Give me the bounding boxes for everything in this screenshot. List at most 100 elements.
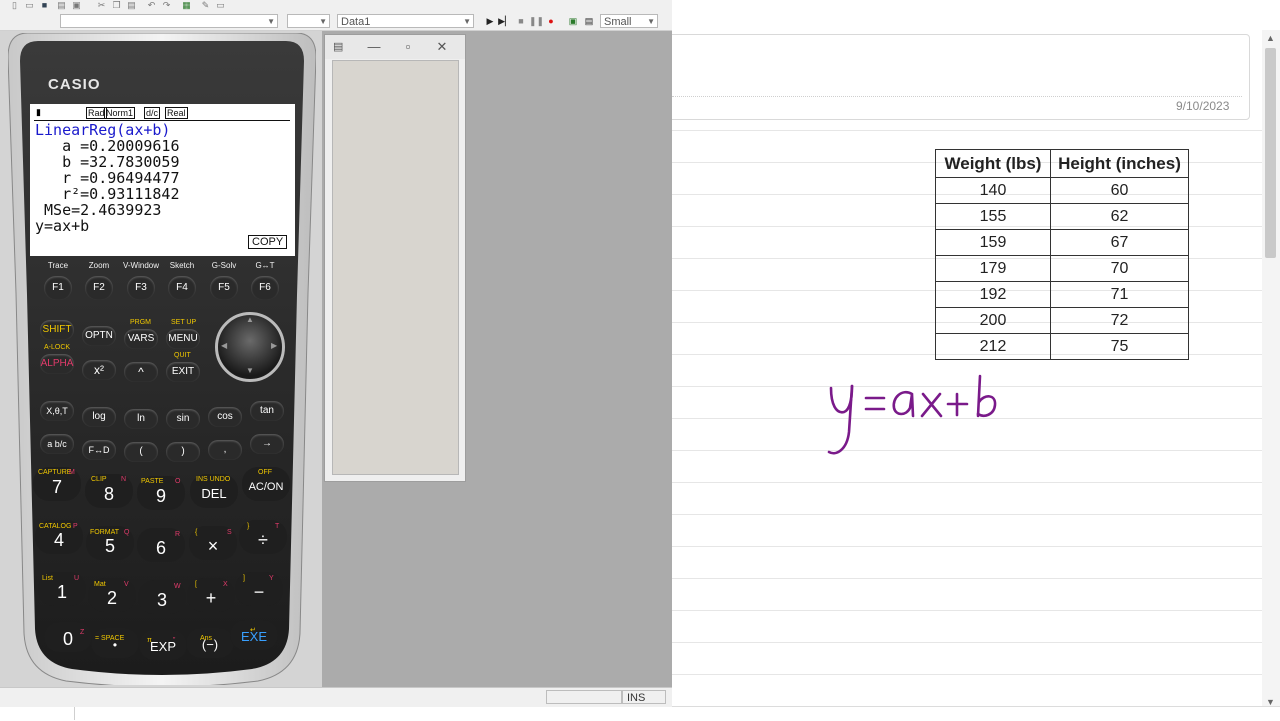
- undo-icon[interactable]: ↶: [146, 0, 157, 10]
- exe-key[interactable]: ↵ EXE: [230, 620, 278, 650]
- digit-6-key[interactable]: R6: [137, 528, 185, 562]
- key-alpha-label: T: [275, 523, 280, 530]
- new-icon[interactable]: ▯: [9, 0, 20, 10]
- copy-icon[interactable]: ❐: [111, 0, 122, 10]
- f3-key[interactable]: F3: [127, 276, 155, 300]
- open-icon[interactable]: ▭: [24, 0, 35, 10]
- redo-icon[interactable]: ↷: [161, 0, 172, 10]
- fraction-key[interactable]: a b/c: [40, 434, 74, 454]
- comma-key[interactable]: ,: [208, 440, 242, 460]
- shift-key[interactable]: SHIFT: [40, 320, 74, 340]
- f4-key[interactable]: F4: [168, 276, 196, 300]
- minimize-icon[interactable]: —: [363, 39, 385, 55]
- table-header-row: Weight (lbs) Height (inches): [935, 149, 1189, 178]
- key-sub-label: }: [247, 523, 250, 530]
- save-icon[interactable]: ■: [39, 0, 50, 10]
- tool-icon[interactable]: ✎: [200, 0, 211, 10]
- paste-icon[interactable]: ▤: [126, 0, 137, 10]
- open-paren-key[interactable]: (: [124, 442, 158, 462]
- digit-5-key[interactable]: FORMAT Q 5: [86, 526, 134, 560]
- dpad-right-icon[interactable]: ▶: [271, 341, 277, 350]
- ln-key[interactable]: ln: [124, 409, 158, 429]
- maximize-icon[interactable]: ▫: [397, 39, 419, 55]
- close-icon[interactable]: ✕: [431, 39, 453, 55]
- stop-icon[interactable]: ■: [514, 14, 528, 28]
- digit-3-key[interactable]: W3: [138, 580, 186, 614]
- assign-arrow-key[interactable]: →: [250, 434, 284, 454]
- exit-key[interactable]: EXIT: [166, 362, 200, 382]
- column-header: Weight (lbs): [935, 149, 1051, 178]
- digit-2-key[interactable]: Mat V 2: [88, 578, 136, 612]
- scrollbar-thumb[interactable]: [1265, 48, 1276, 258]
- alpha-key[interactable]: ALPHA: [40, 354, 74, 374]
- fkey-label: G-Solv: [211, 261, 237, 270]
- plus-key[interactable]: [X +: [187, 578, 235, 612]
- copy-softkey[interactable]: COPY: [248, 235, 288, 249]
- data-combo[interactable]: Data1 ▼: [337, 14, 474, 28]
- exp-key[interactable]: π” EXP: [139, 630, 187, 660]
- close-paren-key[interactable]: ): [166, 442, 200, 462]
- size-combo[interactable]: Small ▼: [600, 14, 658, 28]
- negative-key[interactable]: Ans (−): [186, 628, 234, 658]
- divide-key[interactable]: } T ÷: [239, 520, 287, 554]
- screen-line: r =0.96494477: [35, 169, 180, 187]
- play-icon[interactable]: ▶: [483, 14, 497, 28]
- digit-0-key[interactable]: Z0: [44, 622, 92, 652]
- key-log-titlebar[interactable]: ▤ — ▫ ✕: [325, 35, 465, 59]
- table-row: 155 62: [935, 203, 1189, 230]
- tan-key[interactable]: tan: [250, 401, 284, 421]
- key-sub-label: ]: [243, 575, 245, 582]
- cos-key[interactable]: cos: [208, 407, 242, 427]
- optn-key[interactable]: OPTN: [82, 326, 116, 346]
- table-cell: 67: [1050, 229, 1189, 256]
- dpad-left-icon[interactable]: ◀: [221, 341, 227, 350]
- f6-key[interactable]: F6: [251, 276, 279, 300]
- del-key[interactable]: INS UNDO DEL: [190, 474, 238, 508]
- scroll-up-icon[interactable]: ▲: [1266, 33, 1275, 43]
- digit-4-key[interactable]: CATALOG P 4: [35, 520, 83, 554]
- settings-icon[interactable]: ▣: [71, 0, 82, 10]
- x-squared-key[interactable]: x²: [82, 360, 116, 380]
- step-icon[interactable]: ▶▏: [498, 14, 512, 28]
- decimal-point-key[interactable]: = SPACE •: [91, 628, 139, 658]
- minus-key[interactable]: ] Y −: [235, 572, 283, 606]
- mode-combo[interactable]: ▼: [287, 14, 330, 28]
- x-theta-t-key[interactable]: X,θ,T: [40, 401, 74, 421]
- menu-key[interactable]: MENU: [166, 329, 200, 349]
- pause-icon[interactable]: ❚❚: [529, 14, 544, 28]
- key-sub-label: FORMAT: [90, 529, 120, 536]
- sin-key[interactable]: sin: [166, 409, 200, 429]
- f2-key[interactable]: F2: [85, 276, 113, 300]
- table-row: 179 70: [935, 255, 1189, 282]
- digit-8-key[interactable]: CLIP N 8: [85, 474, 133, 508]
- table-cell: 192: [935, 281, 1051, 308]
- dpad-up-icon[interactable]: ▲: [246, 315, 254, 324]
- ruled-line: [672, 674, 1262, 675]
- key-sub-label: CAPTURE: [38, 469, 72, 476]
- capture-icon[interactable]: ▦: [181, 0, 192, 10]
- cut-icon[interactable]: ✂: [96, 0, 107, 10]
- key-alpha-label: U: [74, 575, 80, 582]
- f-d-key[interactable]: F↔D: [82, 440, 116, 460]
- dpad-down-icon[interactable]: ▼: [246, 366, 254, 375]
- vars-key[interactable]: VARS: [124, 329, 158, 349]
- key-alpha-label: W: [174, 583, 181, 590]
- f1-key[interactable]: F1: [44, 276, 72, 300]
- help-icon[interactable]: ▭: [215, 0, 226, 10]
- multiply-key[interactable]: {S ×: [189, 526, 237, 560]
- digit-9-key[interactable]: PASTE O 9: [137, 476, 185, 510]
- key-label: −: [253, 582, 265, 602]
- log-key[interactable]: log: [82, 407, 116, 427]
- f5-key[interactable]: F5: [210, 276, 238, 300]
- digit-7-key[interactable]: CAPTURE M 7: [33, 467, 81, 501]
- power-key[interactable]: ^: [124, 362, 158, 382]
- screenshot-icon[interactable]: ▣: [566, 14, 580, 28]
- record-icon[interactable]: ●: [544, 14, 558, 28]
- ac-on-key[interactable]: OFF AC/ON: [242, 467, 290, 501]
- screen-line: a =0.20009616: [35, 137, 180, 155]
- keylog-icon[interactable]: ▤: [582, 14, 596, 28]
- key-label: 3: [156, 590, 167, 610]
- print-icon[interactable]: ▤: [56, 0, 67, 10]
- expression-combo[interactable]: ▼: [60, 14, 278, 28]
- digit-1-key[interactable]: List U 1: [38, 572, 86, 606]
